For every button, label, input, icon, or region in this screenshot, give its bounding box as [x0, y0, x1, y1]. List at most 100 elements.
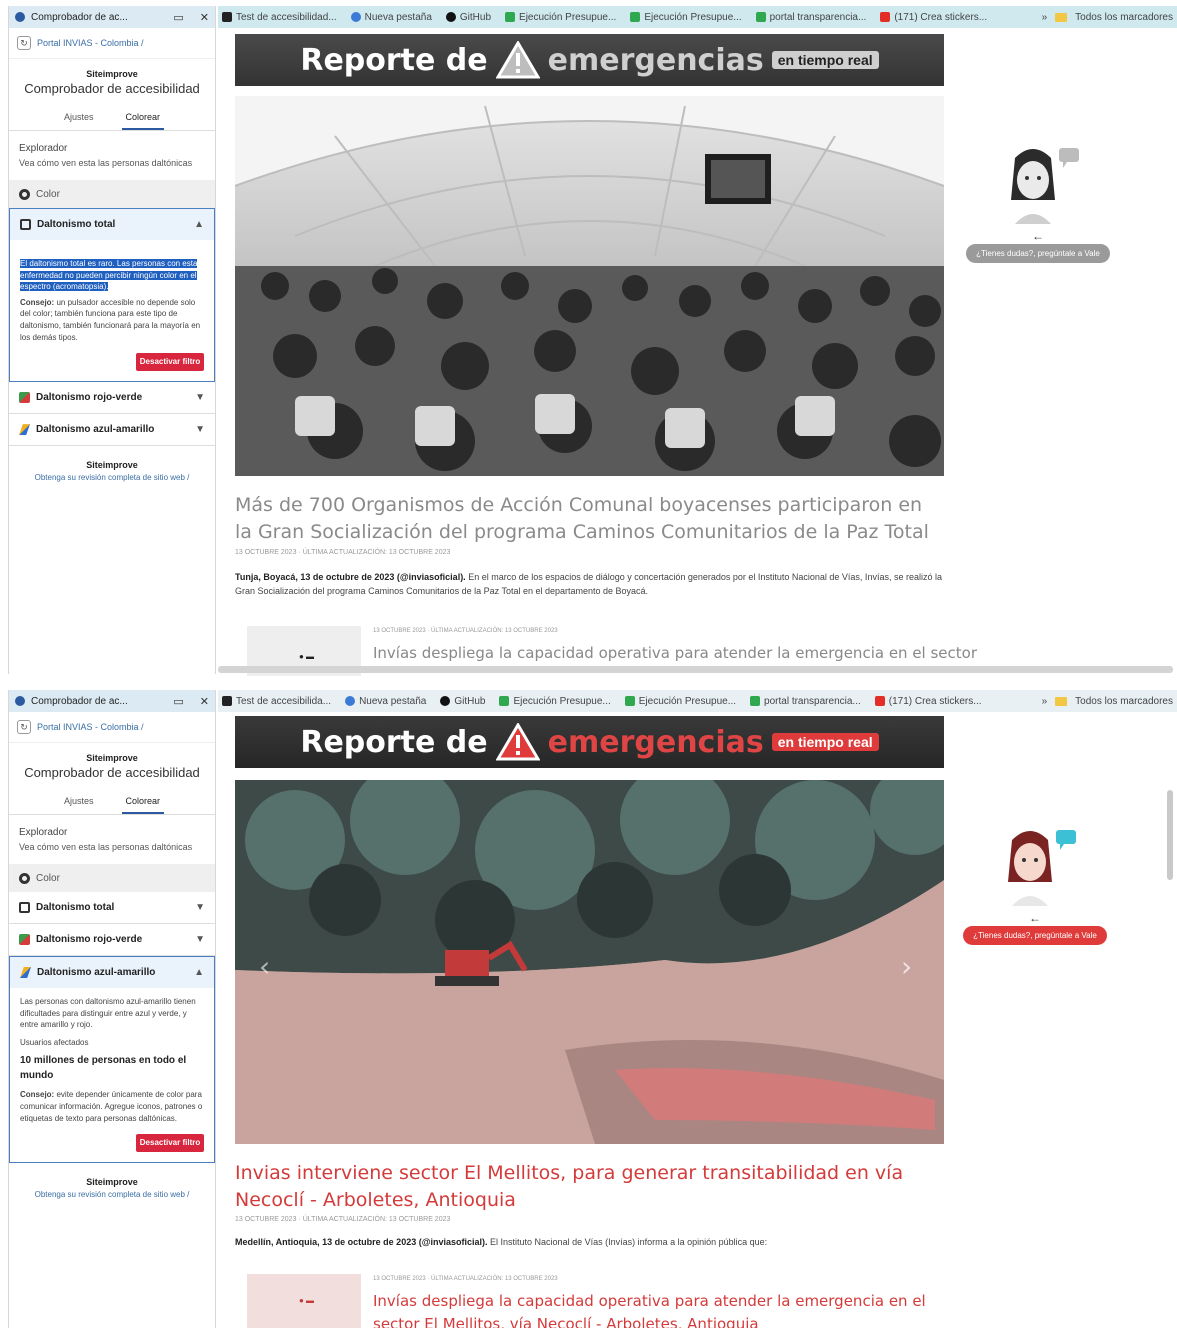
carousel-prev-icon[interactable]: ‹: [259, 950, 270, 983]
reload-icon[interactable]: ↻: [17, 720, 31, 734]
full-review-link[interactable]: Obtenga su revisión completa de sitio we…: [9, 473, 215, 482]
next-news-thumbnail[interactable]: ● ▬: [247, 1274, 361, 1328]
news-headline[interactable]: Invias interviene sector El Mellitos, pa…: [235, 1160, 944, 1213]
all-bookmarks-link[interactable]: Todos los marcadores: [1075, 12, 1173, 23]
bookmark-item[interactable]: (171) Crea stickers...: [880, 12, 987, 23]
news-date: 13 OCTUBRE 2023 · ÚLTIMA ACTUALIZACIÓN: …: [235, 1216, 451, 1223]
bookmark-item[interactable]: portal transparencia...: [755, 12, 866, 23]
bookmark-item[interactable]: (171) Crea stickers...: [874, 696, 982, 707]
affected-users-value: 10 millones de personas en todo el mundo: [20, 1055, 187, 1081]
virtual-assistant[interactable]: ← ¿Tienes dudas?, pregúntale a Vale: [958, 140, 1118, 263]
next-news-title[interactable]: Invías despliega la capacidad operativa …: [373, 642, 977, 665]
blue-yellow-icon: [19, 424, 30, 436]
disable-filter-button[interactable]: Desactivar filtro: [136, 353, 204, 372]
tab-colorize[interactable]: Colorear: [121, 792, 165, 814]
close-icon[interactable]: ✕: [200, 11, 209, 24]
reload-icon[interactable]: ↻: [17, 36, 31, 50]
accordion-red-green: Daltonismo rojo-verde ▼: [9, 382, 215, 415]
accordion-header[interactable]: Daltonismo total ▼: [9, 892, 215, 923]
accordion-header[interactable]: Daltonismo azul-amarillo ▼: [9, 414, 215, 445]
horizontal-scrollbar[interactable]: [218, 666, 1173, 673]
page-url-link[interactable]: Portal INVIAS - Colombia /: [37, 722, 144, 732]
tab-settings[interactable]: Ajustes: [60, 108, 98, 130]
chevron-down-icon[interactable]: ▼: [195, 902, 205, 913]
arrow-left-icon: ←: [1029, 911, 1041, 925]
more-bookmarks-icon[interactable]: »: [1042, 12, 1048, 23]
disable-filter-button[interactable]: Desactivar filtro: [136, 1134, 204, 1153]
news-date: 13 OCTUBRE 2023 · ÚLTIMA ACTUALIZACIÓN: …: [235, 549, 451, 556]
warning-icon: [495, 41, 540, 79]
chevron-up-icon[interactable]: ▲: [194, 219, 204, 230]
accordion-label: Daltonismo azul-amarillo: [36, 424, 155, 436]
bookmark-item[interactable]: Nueva pestaña: [345, 696, 426, 707]
assistant-avatar-icon: [1011, 148, 1079, 224]
bookmarks-bar: Test de accesibilida... Nueva pestaña Gi…: [218, 690, 1177, 712]
carousel-next-icon[interactable]: ›: [901, 950, 912, 983]
news-headline[interactable]: Más de 700 Organismos de Acción Comunal …: [235, 492, 944, 545]
chevron-down-icon[interactable]: ▼: [195, 392, 205, 403]
bookmark-item[interactable]: Nueva pestaña: [350, 12, 432, 23]
bookmark-item[interactable]: Test de accesibilidad...: [222, 12, 337, 23]
chevron-down-icon[interactable]: ▼: [195, 424, 205, 435]
bookmark-item[interactable]: Test de accesibilida...: [222, 696, 331, 707]
bookmark-item[interactable]: Ejecución Presupue...: [624, 696, 736, 707]
accordion-body: El daltonismo total es raro. Las persona…: [10, 240, 214, 381]
bookmark-item[interactable]: Ejecución Presupue...: [630, 12, 742, 23]
condition-description: Las personas con daltonismo azul-amarill…: [20, 997, 196, 1030]
emergency-report-banner[interactable]: Reporte de emergencias en tiempo real: [235, 716, 944, 768]
banner-text: Reporte de: [300, 42, 488, 78]
news-lead: Tunja, Boyacá, 13 de octubre de 2023 (@i…: [235, 570, 944, 599]
extension-window-title: Comprobador de ac...: [31, 695, 128, 707]
assistant-button[interactable]: ¿Tienes dudas?, pregúntale a Vale: [963, 926, 1107, 945]
accordion-blue-yellow: Daltonismo azul-amarillo ▼: [9, 414, 215, 447]
accordion-body: Las personas con daltonismo azul-amarill…: [10, 988, 214, 1162]
more-bookmarks-icon[interactable]: »: [1042, 696, 1048, 707]
accordion-header[interactable]: Daltonismo total ▲: [10, 209, 214, 240]
chevron-down-icon[interactable]: ▼: [195, 934, 205, 945]
close-icon[interactable]: ✕: [200, 695, 209, 708]
page-url-link[interactable]: Portal INVIAS - Colombia /: [37, 38, 144, 48]
brand-name: Siteimprove: [86, 69, 138, 79]
bookmark-item[interactable]: GitHub: [440, 696, 485, 707]
next-news-title[interactable]: Invías despliega la capacidad operativa …: [373, 1290, 933, 1328]
bookmark-item[interactable]: Ejecución Presupue...: [505, 12, 616, 23]
accordion-red-green: Daltonismo rojo-verde ▼: [9, 924, 215, 956]
accordion-header[interactable]: Daltonismo rojo-verde ▼: [9, 924, 215, 955]
lead-dateline: Medellín, Antioquia, 13 de octubre de 20…: [235, 1237, 488, 1247]
bookmark-item[interactable]: GitHub: [445, 12, 491, 23]
emergency-report-banner[interactable]: Reporte de emergencias en tiempo real: [235, 34, 944, 86]
tab-colorize[interactable]: Colorear: [121, 108, 165, 130]
red-green-icon: [19, 392, 30, 404]
next-news-date: 13 OCTUBRE 2023 · ÚLTIMA ACTUALIZACIÓN: …: [373, 1276, 558, 1282]
warning-icon: [495, 723, 540, 761]
all-bookmarks-link[interactable]: Todos los marcadores: [1075, 696, 1173, 707]
vertical-scrollbar[interactable]: [1167, 790, 1173, 880]
news-photo-grayscale[interactable]: [235, 96, 944, 476]
chevron-up-icon[interactable]: ▲: [194, 967, 204, 978]
accordion-header[interactable]: Daltonismo azul-amarillo ▲: [10, 957, 214, 988]
bookmark-item[interactable]: Ejecución Presupue...: [499, 696, 611, 707]
affected-users-label: Usuarios afectados: [20, 1037, 89, 1047]
accordion-label: Daltonismo rojo-verde: [36, 392, 143, 404]
monochrome-icon: [20, 219, 31, 230]
arrow-left-icon: ←: [1032, 229, 1044, 243]
extension-footer: Siteimprove Obtenga su revisión completa…: [9, 1163, 215, 1199]
news-photo-filtered[interactable]: ‹ ›: [235, 780, 944, 1144]
accordion-total-colorblindness: Daltonismo total ▲ El daltonismo total e…: [9, 208, 215, 383]
brand-name: Siteimprove: [86, 753, 138, 763]
minimize-icon[interactable]: ▭: [173, 11, 183, 24]
minimize-icon[interactable]: ▭: [173, 695, 183, 708]
bookmark-item[interactable]: portal transparencia...: [750, 696, 861, 707]
extension-footer: Siteimprove Obtenga su revisión completa…: [9, 446, 215, 482]
virtual-assistant[interactable]: ← ¿Tienes dudas?, pregúntale a Vale: [955, 822, 1115, 945]
folder-icon: [1055, 696, 1068, 706]
bookmarks-bar: Test de accesibilidad... Nueva pestaña G…: [218, 6, 1177, 28]
assistant-button[interactable]: ¿Tienes dudas?, pregúntale a Vale: [966, 244, 1110, 263]
full-review-link[interactable]: Obtenga su revisión completa de sitio we…: [9, 1190, 215, 1199]
tab-settings[interactable]: Ajustes: [60, 792, 98, 814]
extension-logo-icon: [15, 12, 25, 22]
red-green-icon: [19, 934, 30, 945]
next-news-item[interactable]: ● ▬ 13 OCTUBRE 2023 · ÚLTIMA ACTUALIZACI…: [247, 1274, 944, 1328]
app-title: Comprobador de accesibilidad: [24, 765, 200, 780]
accordion-header[interactable]: Daltonismo rojo-verde ▼: [9, 382, 215, 413]
